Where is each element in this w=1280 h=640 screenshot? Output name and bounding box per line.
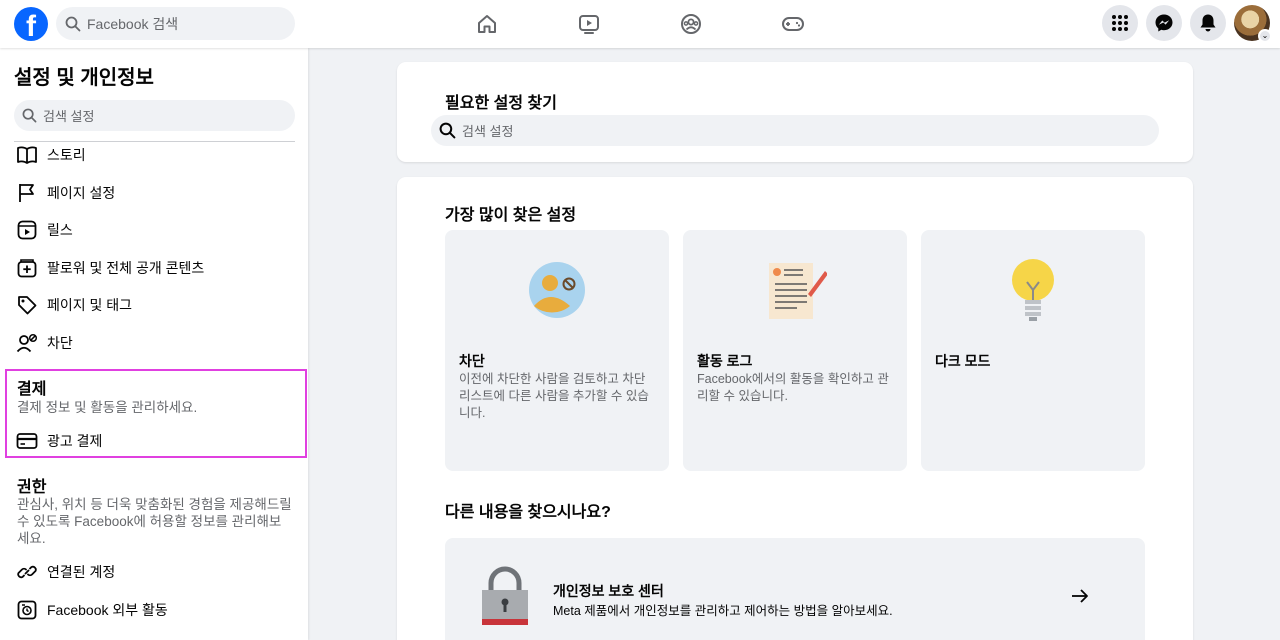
sidebar-item-label: 팔로워 및 전체 공개 콘텐츠 [47,260,205,276]
sidebar-item-followers[interactable]: 팔로워 및 전체 공개 콘텐츠 [16,253,204,283]
notifications-button[interactable] [1190,5,1226,41]
top-navigation-bar: f Facebook 검색 ⌄ [0,0,1280,48]
more-title: 다른 내용을 찾으시나요? [445,504,611,521]
add-box-icon [17,259,37,278]
search-icon [439,122,456,139]
search-icon [22,108,37,123]
chevron-down-icon[interactable]: ⌄ [1258,29,1272,43]
settings-search-input[interactable]: 검색 설정 [431,115,1159,146]
sidebar-item-label: 광고 결제 [47,433,103,449]
find-settings-card: 필요한 설정 찾기 검색 설정 [397,62,1193,162]
home-icon [478,15,496,33]
notifications-icon [1200,14,1216,32]
gaming-tab[interactable] [742,0,844,48]
padlock-illustration [482,566,528,625]
tile-title: 활동 로그 [697,353,753,369]
sidebar-item-reels[interactable]: 릴스 [16,215,73,245]
reels-icon [17,220,37,240]
tile-activity-log[interactable]: 활동 로그 Facebook에서의 활동을 확인하고 관리할 수 있습니다. [683,230,907,471]
sidebar-item-off-facebook-activity[interactable]: Facebook 외부 활동 [16,595,168,625]
search-icon [65,16,81,31]
privacy-center-description: Meta 제품에서 개인정보를 관리하고 제어하는 방법을 알아보세요. [553,604,893,618]
blocked-person-illustration [529,262,585,318]
facebook-search-input[interactable]: Facebook 검색 [56,7,295,40]
sidebar-title: 설정 및 개인정보 [14,67,154,89]
search-placeholder: Facebook 검색 [87,15,179,32]
link-icon [17,565,37,579]
sidebar-item-stories[interactable]: 스토리 [16,140,86,170]
sidebar-item-label: 스토리 [47,147,86,163]
credit-card-icon [16,433,38,449]
groups-icon [681,14,701,34]
gaming-icon [782,17,804,31]
messenger-button[interactable] [1146,5,1182,41]
flag-icon [19,184,34,202]
arrow-right-icon [1072,589,1088,603]
block-user-icon [16,333,38,353]
tile-dark-mode[interactable]: 다크 모드 [921,230,1145,471]
privacy-center-title: 개인정보 보호 센터 [553,583,664,599]
payment-heading: 결제 [17,381,47,398]
book-open-icon [17,146,37,164]
off-facebook-activity-icon [17,600,37,620]
menu-button[interactable] [1102,5,1138,41]
sidebar-item-page-settings[interactable]: 페이지 설정 [16,178,115,208]
popular-settings-card: 가장 많이 찾은 설정 차단 이전에 차단한 사람을 검토하고 차단 리스트에 … [397,177,1193,640]
groups-tab[interactable] [640,0,742,48]
lightbulb-illustration [1012,259,1054,321]
sidebar-item-label: 페이지 설정 [47,185,116,201]
messenger-icon [1155,14,1173,32]
tile-title: 다크 모드 [935,353,991,369]
watch-tab[interactable] [538,0,640,48]
popular-settings-title: 가장 많이 찾은 설정 [445,207,577,224]
tile-title: 차단 [459,353,485,369]
facebook-logo[interactable]: f [14,7,48,41]
sidebar-item-label: 릴스 [47,222,73,238]
tile-blocking[interactable]: 차단 이전에 차단한 사람을 검토하고 차단 리스트에 다른 사람을 추가할 수… [445,230,669,471]
sidebar-item-pages-tags[interactable]: 페이지 및 태그 [16,290,132,320]
home-tab[interactable] [436,0,538,48]
sidebar-item-label: 페이지 및 태그 [47,297,133,313]
sidebar-item-linked-accounts[interactable]: 연결된 계정 [16,557,115,587]
sidebar-item-label: 연결된 계정 [47,564,116,580]
menu-grid-icon [1112,15,1128,31]
tile-description: 이전에 차단한 사람을 검토하고 차단 리스트에 다른 사람을 추가할 수 있습… [459,372,649,420]
sidebar-search-input[interactable]: 검색 설정 [14,100,295,131]
find-settings-title: 필요한 설정 찾기 [445,95,557,112]
sidebar-item-label: Facebook 외부 활동 [47,602,168,618]
payment-description: 결제 정보 및 활동을 관리하세요. [17,400,198,415]
watch-icon [579,15,599,34]
settings-search-placeholder: 검색 설정 [462,124,514,139]
sidebar-item-blocking[interactable]: 차단 [16,328,73,358]
settings-sidebar: 설정 및 개인정보 검색 설정 스토리 페이지 설정 릴스 팔로워 및 전체 공… [0,48,308,640]
sidebar-item-label: 차단 [47,335,73,351]
sidebar-item-ad-payments[interactable]: 광고 결제 [16,426,102,456]
sidebar-search-placeholder: 검색 설정 [43,109,95,124]
activity-log-illustration [769,263,827,319]
permissions-heading: 권한 [17,479,47,496]
profile-avatar[interactable]: ⌄ [1234,5,1272,43]
tag-icon [18,296,37,315]
privacy-center-link[interactable]: 개인정보 보호 센터 Meta 제품에서 개인정보를 관리하고 제어하는 방법을… [445,538,1145,640]
tile-description: Facebook에서의 활동을 확인하고 관리할 수 있습니다. [697,372,889,403]
permissions-description: 관심사, 위치 등 더욱 맞춤화된 경험을 제공해드릴 수 있도록 Facebo… [17,497,292,546]
